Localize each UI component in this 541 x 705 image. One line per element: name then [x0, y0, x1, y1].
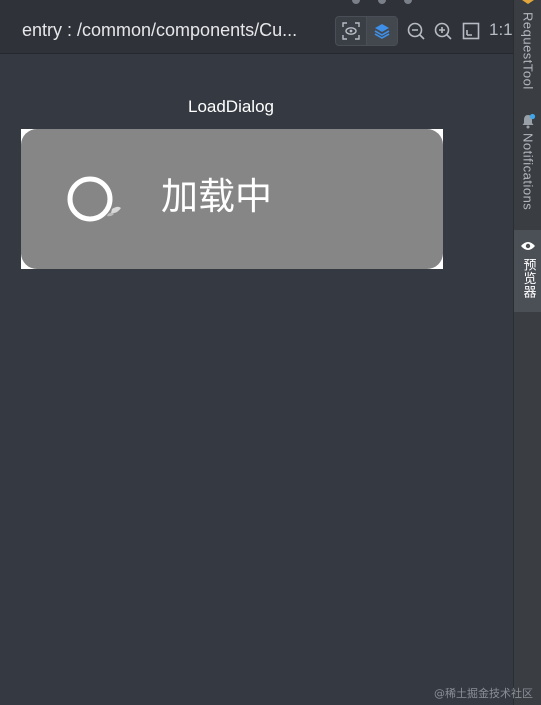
tab-previewer[interactable]: 预览器: [514, 230, 541, 312]
clipped-icon: [352, 0, 360, 4]
tab-label: RequestTool: [520, 12, 536, 90]
watermark: @稀土掘金技术社区: [434, 687, 533, 700]
preview-toolbar: entry : /common/components/Cu... 1:1: [0, 8, 513, 54]
inspect-button[interactable]: [336, 17, 366, 45]
component-name-label: LoadDialog: [187, 97, 274, 116]
bell-icon: [522, 113, 536, 129]
clipped-icon: [404, 0, 412, 4]
request-tool-icon: [522, 0, 534, 4]
tab-label: Notifications: [520, 133, 536, 211]
fit-screen-icon: [462, 22, 480, 40]
inspect-icon: [342, 22, 360, 40]
zoom-out-icon: [407, 22, 425, 40]
tool-window-sidebar: RequestTool Notifications 预览器: [513, 0, 541, 705]
top-clipped-bar: [0, 0, 513, 8]
actual-size-button[interactable]: 1:1: [489, 20, 513, 40]
layers-icon: [374, 24, 390, 39]
clipped-icon: [378, 0, 386, 4]
zoom-in-icon: [434, 22, 452, 40]
loading-spinner-icon: [67, 176, 121, 222]
layers-button[interactable]: [366, 17, 397, 45]
view-mode-toggle: [335, 16, 398, 46]
loading-text: 加载中: [161, 175, 272, 218]
fit-screen-button[interactable]: [461, 21, 481, 41]
preview-canvas: LoadDialog 加载中: [0, 54, 513, 705]
tab-request-tool[interactable]: RequestTool: [514, 0, 541, 94]
preview-title: entry : /common/components/Cu...: [22, 20, 298, 40]
zoom-in-button[interactable]: [433, 21, 453, 41]
tab-notifications[interactable]: Notifications: [514, 113, 541, 223]
load-dialog: 加载中: [21, 129, 443, 269]
zoom-out-button[interactable]: [406, 21, 426, 41]
eye-icon: [521, 242, 535, 250]
clipped-icons: [352, 0, 412, 4]
component-preview[interactable]: 加载中: [21, 129, 443, 269]
tab-label: 预览器: [520, 258, 536, 299]
